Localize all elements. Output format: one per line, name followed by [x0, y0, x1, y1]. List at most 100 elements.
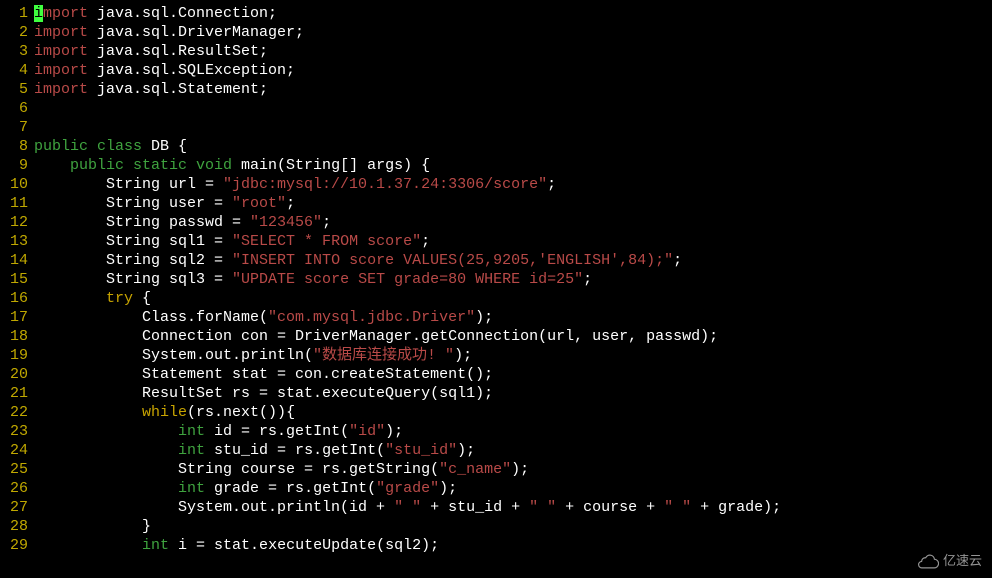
line-number: 8	[0, 137, 28, 156]
code-token: java.sql.ResultSet;	[88, 43, 268, 60]
code-area[interactable]: import java.sql.Connection;import java.s…	[34, 4, 992, 555]
code-token: }	[34, 518, 151, 535]
code-line[interactable]: String sql1 = "SELECT * FROM score";	[34, 232, 992, 251]
code-line[interactable]: ResultSet rs = stat.executeQuery(sql1);	[34, 384, 992, 403]
code-token	[34, 404, 142, 421]
line-number: 4	[0, 61, 28, 80]
code-line[interactable]	[34, 118, 992, 137]
line-number: 29	[0, 536, 28, 555]
code-token: import	[34, 81, 88, 98]
code-token	[34, 100, 43, 117]
line-number: 24	[0, 441, 28, 460]
code-line[interactable]: Class.forName("com.mysql.jdbc.Driver");	[34, 308, 992, 327]
code-token: stu_id = rs.getInt(	[205, 442, 385, 459]
code-token: Statement stat = con.createStatement();	[34, 366, 493, 383]
line-number: 14	[0, 251, 28, 270]
code-token: grade = rs.getInt(	[205, 480, 376, 497]
line-number: 21	[0, 384, 28, 403]
code-editor[interactable]: 1234567891011121314151617181920212223242…	[0, 0, 992, 555]
code-token: );	[457, 442, 475, 459]
code-line[interactable]: }	[34, 517, 992, 536]
code-line[interactable]: Statement stat = con.createStatement();	[34, 365, 992, 384]
line-number: 17	[0, 308, 28, 327]
code-token: DB {	[142, 138, 187, 155]
line-number: 11	[0, 194, 28, 213]
code-line[interactable]: System.out.println("数据库连接成功! ");	[34, 346, 992, 365]
code-line[interactable]: String passwd = "123456";	[34, 213, 992, 232]
code-line[interactable]: import java.sql.Statement;	[34, 80, 992, 99]
line-number: 15	[0, 270, 28, 289]
code-token: String url =	[34, 176, 223, 193]
code-token: );	[475, 309, 493, 326]
code-token: + stu_id +	[421, 499, 529, 516]
code-line[interactable]: import java.sql.DriverManager;	[34, 23, 992, 42]
code-token: + course +	[556, 499, 664, 516]
code-line[interactable]: String user = "root";	[34, 194, 992, 213]
code-line[interactable]	[34, 99, 992, 118]
code-token: );	[385, 423, 403, 440]
code-token	[34, 537, 142, 554]
code-line[interactable]: String course = rs.getString("c_name");	[34, 460, 992, 479]
line-number: 13	[0, 232, 28, 251]
line-number: 10	[0, 175, 28, 194]
watermark: 亿速云	[917, 551, 982, 570]
code-line[interactable]: String sql2 = "INSERT INTO score VALUES(…	[34, 251, 992, 270]
code-token: " "	[529, 499, 556, 516]
line-number: 23	[0, 422, 28, 441]
code-line[interactable]: import java.sql.SQLException;	[34, 61, 992, 80]
code-token: "stu_id"	[385, 442, 457, 459]
code-token: "root"	[232, 195, 286, 212]
code-token: "INSERT INTO score VALUES(25,9205,'ENGLI…	[232, 252, 673, 269]
code-line[interactable]: import java.sql.ResultSet;	[34, 42, 992, 61]
code-token: while	[142, 404, 187, 421]
code-token: i	[34, 5, 43, 22]
line-number: 5	[0, 80, 28, 99]
watermark-text: 亿速云	[943, 551, 982, 570]
code-token	[34, 442, 178, 459]
code-line[interactable]: public class DB {	[34, 137, 992, 156]
code-token: import	[34, 62, 88, 79]
code-token: "com.mysql.jdbc.Driver"	[268, 309, 475, 326]
code-token	[34, 157, 70, 174]
code-token: "grade"	[376, 480, 439, 497]
code-line[interactable]: System.out.println(id + " " + stu_id + "…	[34, 498, 992, 517]
line-number: 16	[0, 289, 28, 308]
line-number: 22	[0, 403, 28, 422]
code-line[interactable]: int i = stat.executeUpdate(sql2);	[34, 536, 992, 555]
line-number: 6	[0, 99, 28, 118]
code-token: System.out.println(id +	[34, 499, 394, 516]
code-token: "123456"	[250, 214, 322, 231]
code-token: {	[133, 290, 151, 307]
line-number: 2	[0, 23, 28, 42]
code-line[interactable]: while(rs.next()){	[34, 403, 992, 422]
code-token: );	[454, 347, 472, 364]
code-token: " "	[664, 499, 691, 516]
code-token: int	[178, 423, 205, 440]
code-line[interactable]: int stu_id = rs.getInt("stu_id");	[34, 441, 992, 460]
code-line[interactable]: int grade = rs.getInt("grade");	[34, 479, 992, 498]
code-line[interactable]: String url = "jdbc:mysql://10.1.37.24:33…	[34, 175, 992, 194]
line-number: 1	[0, 4, 28, 23]
code-token: System.out.println(	[34, 347, 313, 364]
code-line[interactable]: Connection con = DriverManager.getConnec…	[34, 327, 992, 346]
code-token	[34, 119, 43, 136]
code-token: ResultSet rs = stat.executeQuery(sql1);	[34, 385, 493, 402]
line-number-gutter: 1234567891011121314151617181920212223242…	[0, 4, 34, 555]
code-line[interactable]: public static void main(String[] args) {	[34, 156, 992, 175]
code-token: Connection con = DriverManager.getConnec…	[34, 328, 718, 345]
code-token: "UPDATE score SET grade=80 WHERE id=25"	[232, 271, 583, 288]
line-number: 20	[0, 365, 28, 384]
code-line[interactable]: String sql3 = "UPDATE score SET grade=80…	[34, 270, 992, 289]
code-line[interactable]: try {	[34, 289, 992, 308]
code-token: main(String[] args) {	[232, 157, 430, 174]
code-token: import	[34, 43, 88, 60]
line-number: 18	[0, 327, 28, 346]
code-token: java.sql.Statement;	[88, 81, 268, 98]
code-line[interactable]: int id = rs.getInt("id");	[34, 422, 992, 441]
code-line[interactable]: import java.sql.Connection;	[34, 4, 992, 23]
code-token: " "	[394, 499, 421, 516]
code-token: "SELECT * FROM score"	[232, 233, 421, 250]
code-token: "c_name"	[439, 461, 511, 478]
line-number: 12	[0, 213, 28, 232]
code-token: import	[34, 24, 88, 41]
